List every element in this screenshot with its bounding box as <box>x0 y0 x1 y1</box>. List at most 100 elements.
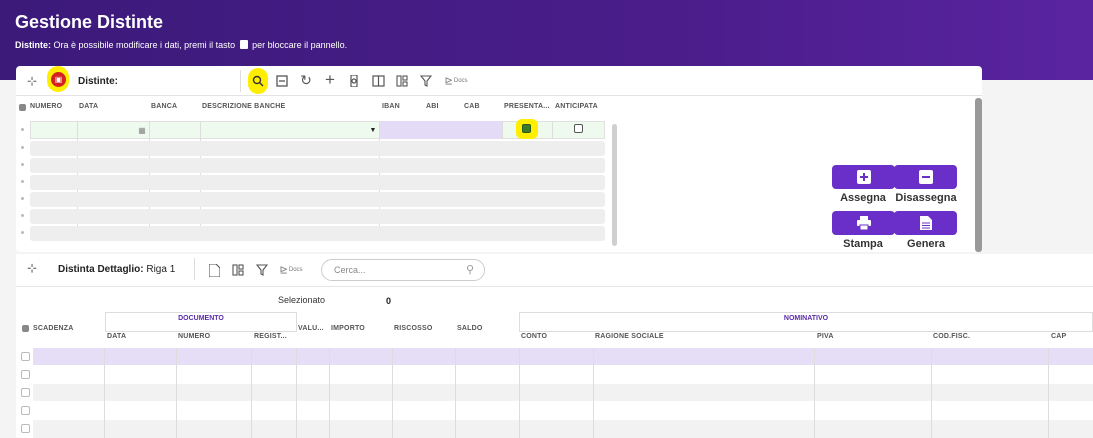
table-row[interactable] <box>30 192 605 207</box>
select-all-checkbox[interactable] <box>22 325 29 332</box>
toolbar-divider <box>240 70 241 92</box>
table-row[interactable] <box>33 402 1093 419</box>
add-icon[interactable]: + <box>322 70 338 89</box>
refresh-icon[interactable]: ↻ <box>298 72 314 88</box>
genera-label: Genera <box>907 238 945 250</box>
row-indicator <box>21 128 24 131</box>
dropdown-arrow-icon[interactable]: ▼ <box>368 124 378 136</box>
layout-icon[interactable] <box>394 73 410 89</box>
divider <box>16 286 1093 287</box>
filter-icon[interactable] <box>418 73 434 89</box>
col-cod-fisc[interactable]: COD.FISC. <box>933 333 970 340</box>
col-cap[interactable]: CAP <box>1051 333 1066 340</box>
col-banca[interactable]: BANCA <box>151 103 177 110</box>
col-anticipata[interactable]: ANTICIPATA <box>555 103 598 110</box>
table-row-selected[interactable] <box>33 348 1093 365</box>
row-indicator <box>21 214 24 217</box>
col-divider <box>251 348 252 438</box>
col-presentata[interactable]: PRESENTA... <box>504 103 550 110</box>
col-divider <box>931 348 932 438</box>
col-descrizione-banche[interactable]: DESCRIZIONE BANCHE <box>202 103 285 110</box>
col-divider <box>552 121 553 139</box>
docs-label: Docs <box>453 78 468 84</box>
col-numero[interactable]: NUMERO <box>178 333 210 340</box>
col-numero[interactable]: NUMERO <box>30 103 62 110</box>
row-checkbox[interactable] <box>21 406 30 415</box>
export-icon[interactable] <box>206 262 222 278</box>
col-divider <box>519 348 520 438</box>
col-iban[interactable]: IBAN <box>382 103 400 110</box>
page-subtitle: Distinte: Ora è possibile modificare i d… <box>15 40 347 50</box>
search-icon[interactable]: ⚲ <box>466 263 474 276</box>
docs-icon[interactable]: ⊵ Docs <box>276 263 306 277</box>
dettaglio-panel: ⊹ Distinta Dettaglio: Riga 1 ⊵ Docs Cerca… <box>16 254 1093 438</box>
col-divider <box>1048 348 1049 438</box>
book-icon[interactable] <box>370 73 386 89</box>
table-row[interactable] <box>30 158 605 173</box>
col-conto[interactable]: CONTO <box>521 333 547 340</box>
layout-icon[interactable] <box>230 262 246 278</box>
row-checkbox[interactable] <box>21 352 30 361</box>
group-documento: DOCUMENTO <box>105 312 297 332</box>
col-regist[interactable]: REGIST... <box>254 333 287 340</box>
search-icon[interactable] <box>250 73 266 89</box>
col-riscosso[interactable]: RISCOSSO <box>394 325 433 332</box>
row-checkbox[interactable] <box>21 388 30 397</box>
table-row[interactable] <box>33 366 1093 383</box>
assegna-button[interactable] <box>832 165 895 189</box>
table-row[interactable] <box>30 141 605 156</box>
filter-icon[interactable] <box>254 262 270 278</box>
subtitle-text-before: Ora è possibile modificare i dati, premi… <box>53 40 236 50</box>
table-row[interactable] <box>30 209 605 224</box>
panel-scrollbar[interactable] <box>975 98 982 252</box>
col-scadenza[interactable]: SCADENZA <box>33 325 74 332</box>
grid-scrollbar[interactable] <box>612 124 617 246</box>
search-input[interactable]: Cerca... ⚲ <box>321 259 485 281</box>
save-icon[interactable] <box>274 73 290 89</box>
lock-icon[interactable]: ▣ <box>51 72 66 87</box>
col-piva[interactable]: PIVA <box>817 333 834 340</box>
col-saldo[interactable]: SALDO <box>457 325 483 332</box>
dettaglio-title: Distinta Dettaglio: <box>58 264 144 275</box>
row-checkbox[interactable] <box>21 424 30 433</box>
col-divider <box>593 348 594 438</box>
collapse-icon[interactable]: ⊹ <box>24 260 40 276</box>
subtitle-label: Distinte: <box>15 40 51 50</box>
anticipata-checkbox[interactable] <box>574 124 583 133</box>
watch-icon[interactable] <box>346 73 362 89</box>
docs-icon[interactable]: ⊵ Docs <box>441 74 471 88</box>
presentata-checkbox[interactable] <box>522 124 531 133</box>
iban-edit-cell[interactable] <box>379 121 502 139</box>
col-data[interactable]: DATA <box>79 103 98 110</box>
selected-label: Selezionato <box>278 295 326 305</box>
distinte-toolbar: ⊹ ▣ Distinte: ↻ + ⊵ Docs <box>16 66 982 96</box>
col-cab[interactable]: CAB <box>464 103 480 110</box>
col-divider <box>176 348 177 438</box>
collapse-icon[interactable]: ⊹ <box>24 73 40 89</box>
table-row[interactable] <box>30 175 605 190</box>
search-placeholder: Cerca... <box>334 265 366 275</box>
table-row[interactable] <box>30 226 605 241</box>
col-ragione-sociale[interactable]: RAGIONE SOCIALE <box>595 333 664 340</box>
row-checkbox[interactable] <box>21 370 30 379</box>
col-divider <box>455 348 456 438</box>
row-indicator <box>21 197 24 200</box>
disassegna-button[interactable] <box>894 165 957 189</box>
table-row[interactable] <box>33 420 1093 438</box>
calendar-icon[interactable]: ▦ <box>136 124 148 136</box>
table-row[interactable] <box>33 384 1093 401</box>
col-divider <box>814 348 815 438</box>
row-indicator <box>21 146 24 149</box>
genera-button[interactable] <box>894 211 957 235</box>
selected-value: 0 <box>386 296 392 306</box>
col-data[interactable]: DATA <box>107 333 126 340</box>
col-valu[interactable]: VALU... <box>298 325 324 332</box>
select-all-checkbox[interactable] <box>19 104 26 111</box>
stampa-button[interactable] <box>832 211 895 235</box>
col-abi[interactable]: ABI <box>426 103 439 110</box>
col-divider <box>329 348 330 438</box>
dettaglio-label: Distinta Dettaglio: Riga 1 <box>58 264 175 275</box>
col-divider <box>104 348 105 438</box>
distinte-panel: ⊹ ▣ Distinte: ↻ + ⊵ Docs NUMERO DATA BAN… <box>16 66 982 252</box>
col-importo[interactable]: IMPORTO <box>331 325 365 332</box>
